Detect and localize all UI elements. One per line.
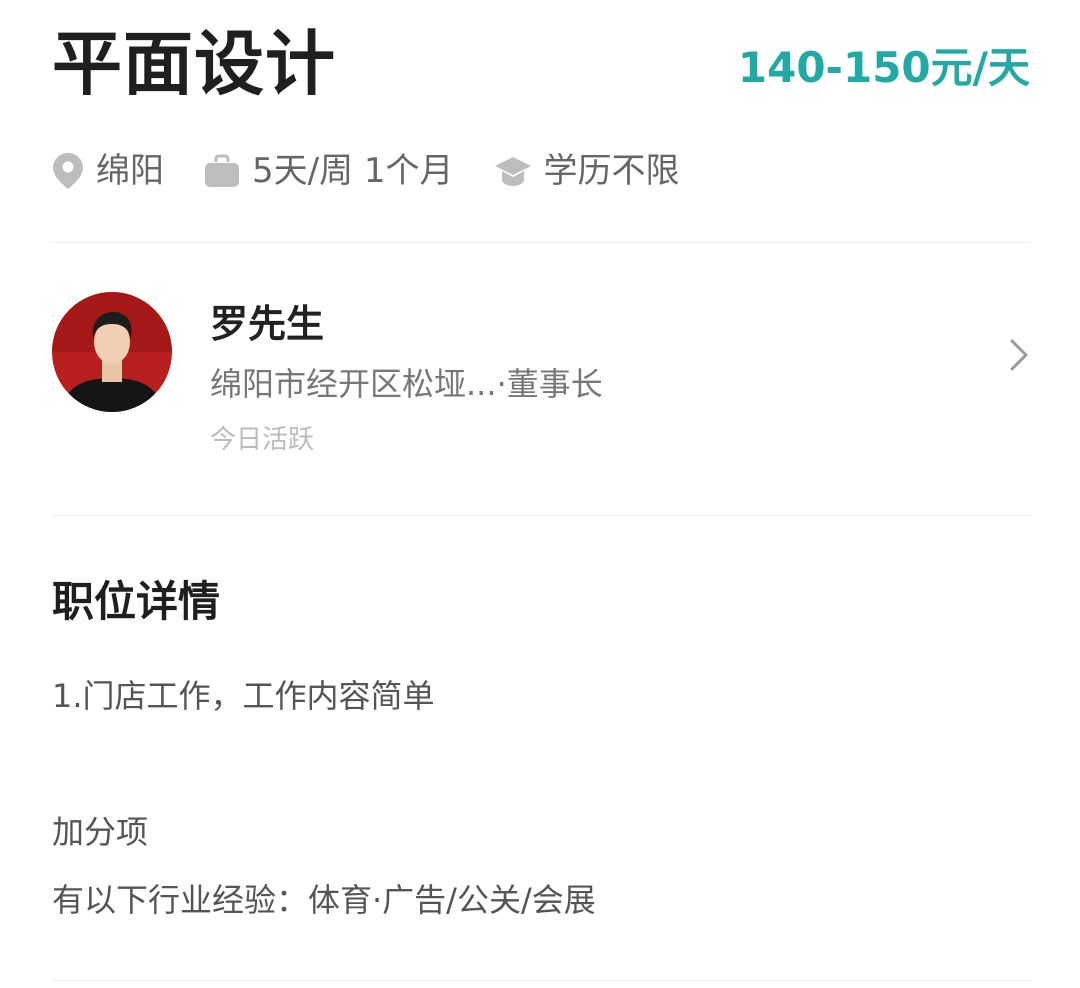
meta-location-text: 绵阳 [96,151,164,191]
meta-education: 学历不限 [494,146,680,196]
job-title: 平面设计 [52,23,336,105]
job-description-line: 1.门店工作，工作内容简单 [52,677,435,715]
avatar[interactable] [52,292,172,412]
section-title-job-details: 职位详情 [52,577,221,626]
employer-card[interactable]: 罗先生 绵阳市经开区松垭...·董事长 今日活跃 [52,292,1030,462]
salary-range: 140-150元/天 [737,43,1030,92]
employer-name: 罗先生 [210,302,325,346]
bonus-experience-line: 有以下行业经验：体育·广告/公关/会展 [52,881,596,919]
meta-schedule-text: 5天/周 1个月 [252,151,454,191]
bonus-heading: 加分项 [52,813,149,851]
employer-active-status: 今日活跃 [210,425,315,455]
chevron-right-icon[interactable] [1008,338,1030,372]
meta-schedule: 5天/周 1个月 [204,146,454,196]
divider [52,242,1030,243]
job-header: 平面设计 140-150元/天 [52,22,1030,106]
meta-education-text: 学历不限 [543,151,680,191]
meta-location: 绵阳 [52,146,164,196]
graduation-cap-icon [494,154,532,188]
employer-company-role: 绵阳市经开区松垭...·董事长 [210,365,603,403]
job-meta-row: 绵阳 5天/周 1个月 学历不限 [52,146,680,196]
briefcase-icon [204,154,240,188]
divider [52,515,1030,516]
location-pin-icon [52,152,84,190]
job-detail-page: 平面设计 140-150元/天 绵阳 5天/周 1个月 学历不限 罗先生 绵阳市… [52,0,1030,988]
divider [52,980,1030,981]
